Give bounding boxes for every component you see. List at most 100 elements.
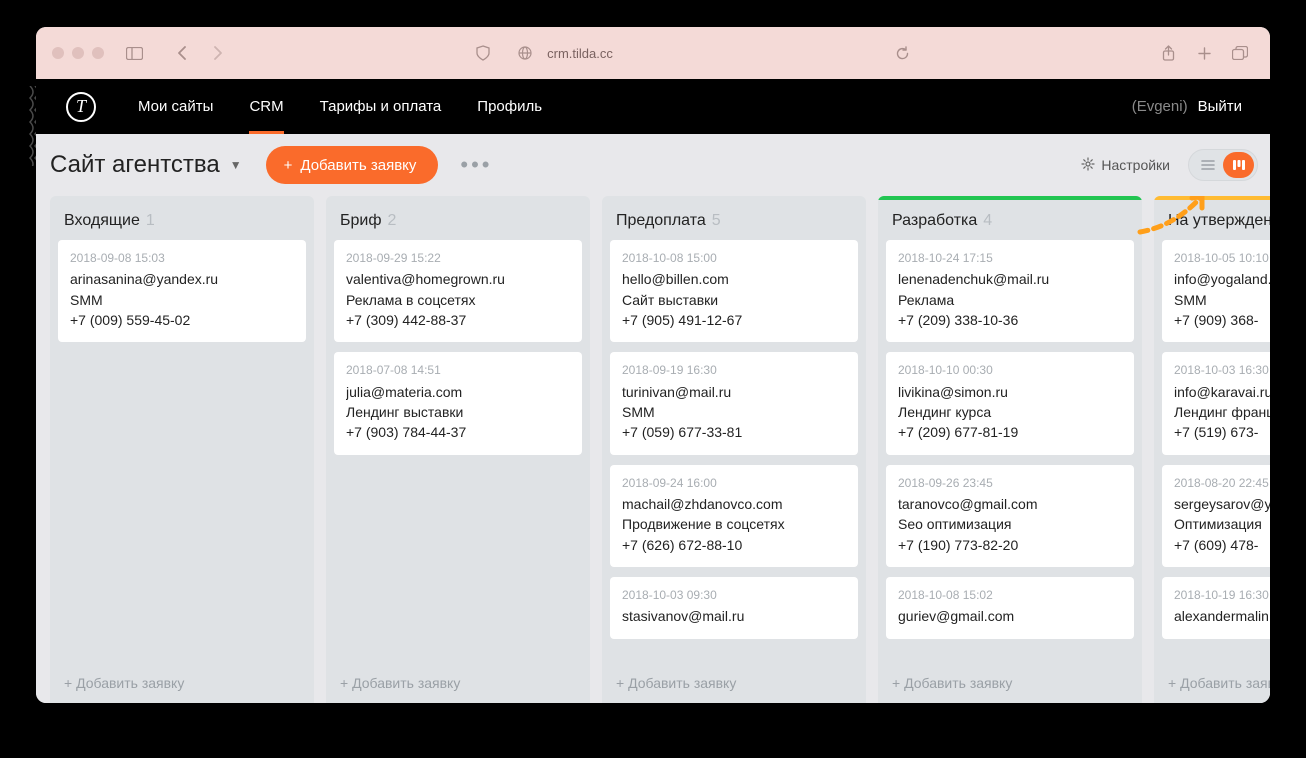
kanban-column: Разработка4 2018-10-24 17:15 lenenadenchuk… — [878, 196, 1142, 703]
sidebar-toggle-icon[interactable] — [120, 39, 148, 67]
column-add-lead[interactable]: + Добавить заявку — [602, 665, 866, 703]
column-count: 5 — [712, 212, 721, 230]
forward-icon[interactable] — [204, 39, 232, 67]
lock-icon — [511, 39, 539, 67]
kanban-column: Предоплата 5 2018-10-08 15:00hello@billen.… — [602, 196, 866, 703]
card-email: info@yogaland.ru — [1174, 269, 1270, 289]
lead-card[interactable]: 2018-10-05 10:10 info@yogaland.ruSMM+7 (9… — [1162, 240, 1270, 342]
nav-tariffs[interactable]: Тарифы и оплата — [302, 79, 460, 134]
card-date: 2018-09-26 23:45 — [898, 475, 1122, 492]
column-header[interactable]: Входящие 1 — [50, 200, 314, 240]
browser-tab-bar: crm.tilda.cc — [36, 27, 1270, 79]
back-icon[interactable] — [168, 39, 196, 67]
url-bar[interactable]: crm.tilda.cc — [240, 39, 1146, 67]
card-date: 2018-10-03 09:30 — [622, 587, 846, 604]
reload-icon[interactable] — [889, 39, 917, 67]
card-date: 2018-09-24 16:00 — [622, 475, 846, 492]
card-email: lenenadenchuk@mail.ru — [898, 269, 1122, 289]
column-title: Бриф — [340, 212, 382, 230]
column-title: На утверждении — [1168, 212, 1270, 230]
toolbar: Сайт агентства ▼ + Добавить заявку ••• Н… — [36, 134, 1270, 196]
card-date: 2018-10-03 16:30 — [1174, 362, 1270, 379]
lead-card[interactable]: 2018-09-08 15:03arinasanina@yandex.ruSMM… — [58, 240, 306, 342]
lead-card[interactable]: 2018-10-08 15:02guriev@gmail.com — [886, 577, 1134, 639]
card-email: turinivan@mail.ru — [622, 382, 846, 402]
url-text: crm.tilda.cc — [547, 46, 613, 61]
card-phone: +7 (519) 673- — [1174, 422, 1270, 442]
lead-card[interactable]: 2018-10-24 17:15lenenadenchuk@mail.ruРек… — [886, 240, 1134, 342]
window-minimize-dot[interactable] — [72, 47, 84, 59]
card-subject: Продвижение в соцсетях — [622, 514, 846, 534]
card-date: 2018-10-24 17:15 — [898, 250, 1122, 267]
card-phone: +7 (309) 442-88-37 — [346, 310, 570, 330]
nav-label: Профиль — [477, 98, 542, 115]
nav-my-sites[interactable]: Мои сайты — [120, 79, 231, 134]
column-count: 1 — [146, 212, 155, 230]
tabs-overview-icon[interactable] — [1226, 39, 1254, 67]
lead-card[interactable]: 2018-09-19 16:30turinivan@mail.ruSMM+7 (… — [610, 352, 858, 454]
card-date: 2018-08-20 22:45 — [1174, 475, 1270, 492]
card-email: arinasanina@yandex.ru — [70, 269, 294, 289]
lead-card[interactable]: 2018-07-08 14:51julia@materia.comЛендинг… — [334, 352, 582, 454]
card-subject: SMM — [70, 290, 294, 310]
column-add-lead[interactable]: + Добавить заявку — [878, 665, 1142, 703]
column-body: 2018-10-05 10:10 info@yogaland.ruSMM+7 (9… — [1154, 240, 1270, 665]
nav-label: Тарифы и оплата — [320, 98, 442, 115]
card-subject: Сайт выставки — [622, 290, 846, 310]
list-view-icon[interactable] — [1192, 152, 1223, 178]
plus-icon: + — [284, 157, 293, 174]
card-email: guriev@gmail.com — [898, 606, 1122, 626]
settings-link[interactable]: Настройки — [1081, 157, 1170, 174]
card-phone: +7 (626) 672-88-10 — [622, 535, 846, 555]
column-count: 2 — [388, 212, 397, 230]
lead-card[interactable]: 2018-10-19 16:30alexandermalin@ — [1162, 577, 1270, 639]
card-subject: Лендинг франшизы — [1174, 402, 1270, 422]
column-header[interactable]: На утверждении — [1154, 200, 1270, 240]
card-phone: +7 (059) 677-33-81 — [622, 422, 846, 442]
window-close-dot[interactable] — [52, 47, 64, 59]
new-tab-icon[interactable] — [1190, 39, 1218, 67]
card-date: 2018-07-08 14:51 — [346, 362, 570, 379]
share-icon[interactable] — [1154, 39, 1182, 67]
nav-label: CRM — [249, 98, 283, 115]
add-lead-button[interactable]: + Добавить заявку — [266, 146, 439, 184]
card-date: 2018-10-05 10:10 — [1174, 250, 1270, 267]
card-subject: SMM — [1174, 290, 1270, 310]
card-subject: Оптимизация — [1174, 514, 1270, 534]
column-add-lead[interactable]: + Добавить заявку — [326, 665, 590, 703]
lead-card[interactable]: 2018-09-29 15:22valentiva@homegrown.ruРе… — [334, 240, 582, 342]
nav-profile[interactable]: Профиль — [459, 79, 560, 134]
window-traffic-lights — [52, 47, 104, 59]
title-dropdown-caret-icon[interactable]: ▼ — [230, 158, 242, 172]
browser-window: crm.tilda.cc T Мои сайты CRM Тарифы и оп… — [36, 27, 1270, 703]
view-toggle[interactable] — [1188, 149, 1258, 181]
settings-label: Настройки — [1101, 157, 1170, 173]
tilda-logo[interactable]: T — [66, 92, 96, 122]
lead-card[interactable]: 2018-09-26 23:45taranovco@gmail.comSeo о… — [886, 465, 1134, 567]
lead-card[interactable]: 2018-10-03 16:30info@karavai.ruЛендинг ф… — [1162, 352, 1270, 454]
column-header[interactable]: Бриф 2 — [326, 200, 590, 240]
card-phone: +7 (609) 478- — [1174, 535, 1270, 555]
column-add-lead[interactable]: + Добавить заявку — [1154, 665, 1270, 703]
card-subject: Лендинг выставки — [346, 402, 570, 422]
kanban-view-icon[interactable] — [1223, 152, 1254, 178]
lead-card[interactable]: 2018-10-03 09:30stasivanov@mail.ru — [610, 577, 858, 639]
card-email: valentiva@homegrown.ru — [346, 269, 570, 289]
page-title: Сайт агентства — [50, 151, 220, 179]
lead-card[interactable]: 2018-10-10 00:30livikina@simon.ruЛендинг… — [886, 352, 1134, 454]
window-zoom-dot[interactable] — [92, 47, 104, 59]
card-phone: +7 (909) 368- — [1174, 310, 1270, 330]
column-add-lead[interactable]: + Добавить заявку — [50, 665, 314, 703]
lead-card[interactable]: 2018-08-20 22:45sergeysarov@ya.ruОптимиз… — [1162, 465, 1270, 567]
nav-crm[interactable]: CRM — [231, 79, 301, 134]
lead-card[interactable]: 2018-09-24 16:00machail@zhdanovco.comПро… — [610, 465, 858, 567]
lead-card[interactable]: 2018-10-08 15:00hello@billen.comСайт выс… — [610, 240, 858, 342]
card-email: livikina@simon.ru — [898, 382, 1122, 402]
nav-logout[interactable]: Выйти — [1198, 98, 1242, 115]
column-header[interactable]: Предоплата 5 — [602, 200, 866, 240]
column-title: Предоплата — [616, 212, 706, 230]
column-title: Входящие — [64, 212, 140, 230]
column-header[interactable]: Разработка4 — [878, 200, 1142, 240]
card-date: 2018-09-29 15:22 — [346, 250, 570, 267]
more-menu-icon[interactable]: ••• — [460, 152, 492, 178]
